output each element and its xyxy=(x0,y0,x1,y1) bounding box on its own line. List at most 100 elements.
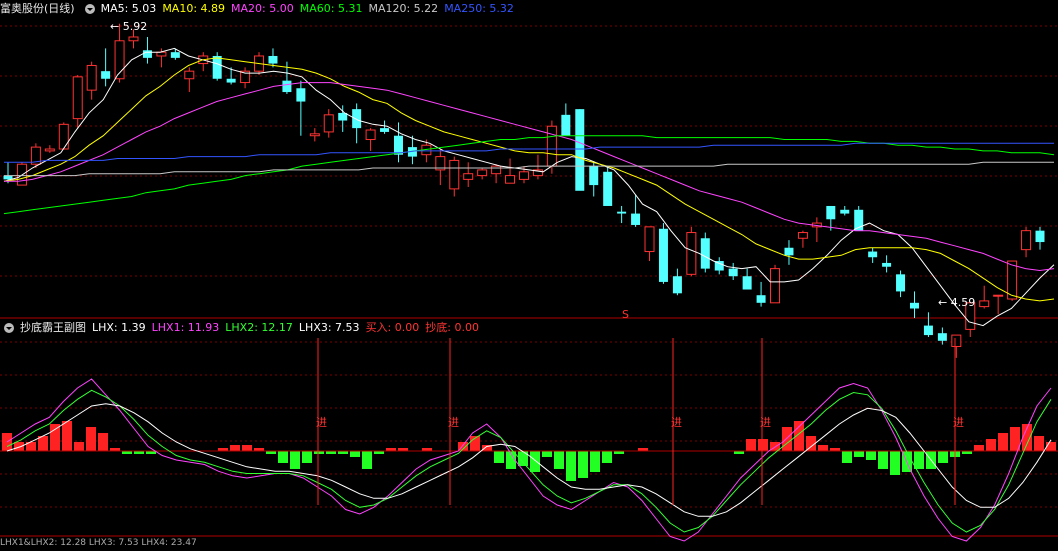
candle-body xyxy=(352,109,362,129)
candle-body xyxy=(979,300,990,308)
candle-body xyxy=(142,50,152,58)
candle-body xyxy=(742,276,752,290)
indicator-bar xyxy=(566,451,576,481)
indicator-bar xyxy=(602,451,612,463)
candle-body xyxy=(184,70,195,80)
candle-body xyxy=(728,268,738,277)
indicator-bar xyxy=(350,451,360,457)
candle-body xyxy=(156,51,167,57)
indicator-bar xyxy=(782,427,792,451)
chart-window: 富奥股份(日线) MA5: 5.03 MA10: 4.89 MA20: 5.00… xyxy=(0,0,1058,548)
candle-body xyxy=(770,268,781,304)
candle-body xyxy=(519,171,529,180)
indicator-bar xyxy=(878,451,888,469)
candle-body xyxy=(644,226,655,253)
candle-body xyxy=(101,71,111,79)
indicator-bar xyxy=(554,451,564,469)
indicator-bar xyxy=(974,445,984,451)
candle-body xyxy=(868,251,878,258)
candle-body xyxy=(128,36,139,42)
candle-body xyxy=(3,175,13,180)
candle-body xyxy=(463,173,474,180)
entry-signal-label: 进 xyxy=(760,416,771,429)
candle-body xyxy=(491,165,502,175)
candle-body xyxy=(546,125,557,167)
candle-body xyxy=(993,294,1004,297)
candle-body xyxy=(603,171,613,206)
candle-body xyxy=(44,148,55,152)
candle-body xyxy=(393,135,403,155)
candle-body xyxy=(282,80,292,93)
candle-body xyxy=(797,232,808,239)
indicator-bar xyxy=(746,439,756,451)
candle-body xyxy=(1035,230,1045,243)
candle-body xyxy=(268,55,278,64)
indicator-bar xyxy=(74,442,84,451)
indicator-bar xyxy=(578,451,588,478)
candle-body xyxy=(658,228,668,282)
candle-body xyxy=(477,169,488,177)
candle-body xyxy=(686,232,697,275)
candle-body xyxy=(365,129,376,141)
indicator-bar xyxy=(818,445,828,451)
low-price-label: ← 4.59 xyxy=(938,296,975,309)
candle-body xyxy=(756,295,766,303)
chart-canvas[interactable]: ← 5.92 ← 4.59 S 进 进 进 进 进 xyxy=(0,0,1058,546)
indicator-bar xyxy=(866,451,876,460)
indicator-bar xyxy=(62,421,72,451)
candle-body xyxy=(449,159,460,190)
indicator-bar xyxy=(998,433,1008,451)
indicator-bar xyxy=(494,451,504,463)
candle-body xyxy=(323,114,334,133)
candle-body xyxy=(840,209,850,214)
candle-body xyxy=(909,302,919,309)
indicator-bar xyxy=(230,445,240,451)
candle-body xyxy=(309,133,320,137)
indicator-bar xyxy=(98,433,108,451)
candle-body xyxy=(296,88,306,102)
candle-body xyxy=(631,213,641,225)
indicator-bar xyxy=(1034,436,1044,451)
indicator-bar xyxy=(542,451,552,457)
entry-signal-label: 进 xyxy=(448,416,459,429)
indicator-bar xyxy=(530,451,540,472)
candle-body xyxy=(937,333,947,341)
candle-body xyxy=(784,247,794,256)
indicator-bar xyxy=(242,445,252,451)
candle-body xyxy=(1007,260,1018,300)
candle-body xyxy=(212,55,222,79)
indicator-bar xyxy=(362,451,372,469)
candle-body xyxy=(86,64,97,91)
candle-body xyxy=(226,78,236,83)
high-price-label: ← 5.92 xyxy=(110,20,147,33)
indicator-bar xyxy=(890,451,900,475)
candle-body xyxy=(672,276,682,294)
indicator-bar xyxy=(986,439,996,451)
candle-body xyxy=(58,123,69,150)
candle-body xyxy=(826,205,836,220)
indicator-bar xyxy=(278,451,288,463)
indicator-bar xyxy=(50,424,60,451)
candle-body xyxy=(72,76,83,120)
candle-body xyxy=(575,109,585,191)
entry-signal-label: 进 xyxy=(671,416,682,429)
indicator-bar xyxy=(842,451,852,463)
candle-body xyxy=(505,175,516,184)
indicator-bar xyxy=(86,427,96,451)
indicator-bar xyxy=(1046,442,1056,451)
indicator-bar xyxy=(302,451,312,463)
candle-body xyxy=(380,128,390,132)
indicator-bar xyxy=(290,451,300,469)
indicator-bar xyxy=(938,451,948,463)
candle-body xyxy=(170,52,180,58)
indicator-bar xyxy=(854,451,864,457)
indicator-bar xyxy=(14,442,24,451)
indicator-bar xyxy=(914,451,924,469)
entry-signal-label: 进 xyxy=(953,416,964,429)
candle-body xyxy=(561,114,571,136)
candle-body xyxy=(882,262,892,267)
candle-body xyxy=(1021,230,1032,251)
candle-body xyxy=(589,166,599,186)
entry-signal-label: 进 xyxy=(316,416,327,429)
candle-body xyxy=(923,325,933,336)
